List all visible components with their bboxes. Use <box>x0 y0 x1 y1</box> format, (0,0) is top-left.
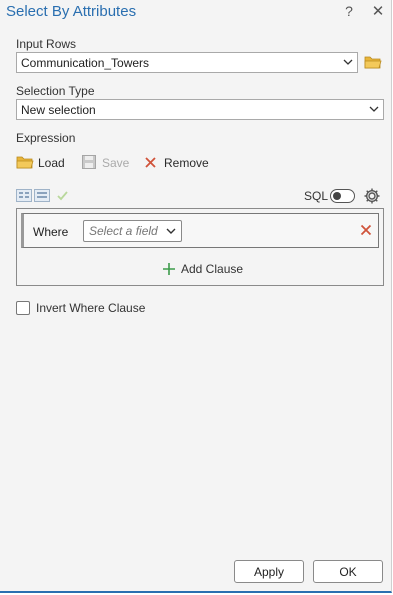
remove-label: Remove <box>164 156 209 170</box>
chevron-down-icon <box>166 228 176 234</box>
ok-button[interactable]: OK <box>313 560 383 583</box>
field-select-placeholder: Select a field <box>89 224 158 238</box>
select-by-attributes-pane: Select By Attributes ? ✕ Input Rows Comm… <box>0 0 392 593</box>
verify-check-icon[interactable] <box>57 191 68 201</box>
chevron-down-icon <box>369 106 379 112</box>
input-rows-value: Communication_Towers <box>21 56 150 70</box>
field-select[interactable]: Select a field <box>83 220 182 242</box>
add-clause-label: Add Clause <box>181 262 244 276</box>
selection-type-select[interactable]: New selection <box>16 99 384 120</box>
selection-type-label: Selection Type <box>16 84 95 98</box>
pane-title: Select By Attributes <box>6 3 137 20</box>
load-button[interactable]: Load <box>16 154 66 172</box>
expression-label: Expression <box>16 131 76 145</box>
invert-where-checkbox[interactable] <box>16 301 30 315</box>
selection-type-value: New selection <box>21 103 96 117</box>
remove-button[interactable]: Remove <box>144 154 210 172</box>
sql-mode-icon[interactable] <box>34 189 50 202</box>
input-rows-label: Input Rows <box>16 37 77 51</box>
plus-icon <box>163 263 175 275</box>
save-button[interactable]: Save <box>81 154 131 172</box>
title-bar: Select By Attributes ? ✕ <box>0 0 392 26</box>
folder-open-icon <box>16 156 34 169</box>
gear-icon[interactable] <box>363 187 381 205</box>
load-label: Load <box>38 156 65 170</box>
browse-folder-icon[interactable] <box>364 54 382 70</box>
save-label: Save <box>102 156 130 170</box>
remove-clause-icon[interactable] <box>360 224 372 236</box>
help-button[interactable]: ? <box>342 3 356 21</box>
sql-toggle-label: SQL <box>304 189 329 203</box>
clause-mode-icon[interactable] <box>16 189 32 202</box>
sql-toggle[interactable] <box>330 189 355 203</box>
close-button[interactable]: ✕ <box>370 2 386 20</box>
where-label: Where <box>33 225 69 239</box>
save-disk-icon <box>82 155 96 169</box>
apply-button[interactable]: Apply <box>234 560 304 583</box>
where-clause-row: Where Select a field <box>21 213 379 248</box>
remove-x-icon <box>145 157 156 168</box>
chevron-down-icon <box>343 59 353 65</box>
invert-where-label: Invert Where Clause <box>36 301 146 315</box>
toggle-knob <box>333 192 341 200</box>
expression-builder: Where Select a field Add Clause <box>16 208 384 286</box>
input-rows-select[interactable]: Communication_Towers <box>16 52 358 73</box>
expression-mode-toolbar <box>16 189 76 203</box>
